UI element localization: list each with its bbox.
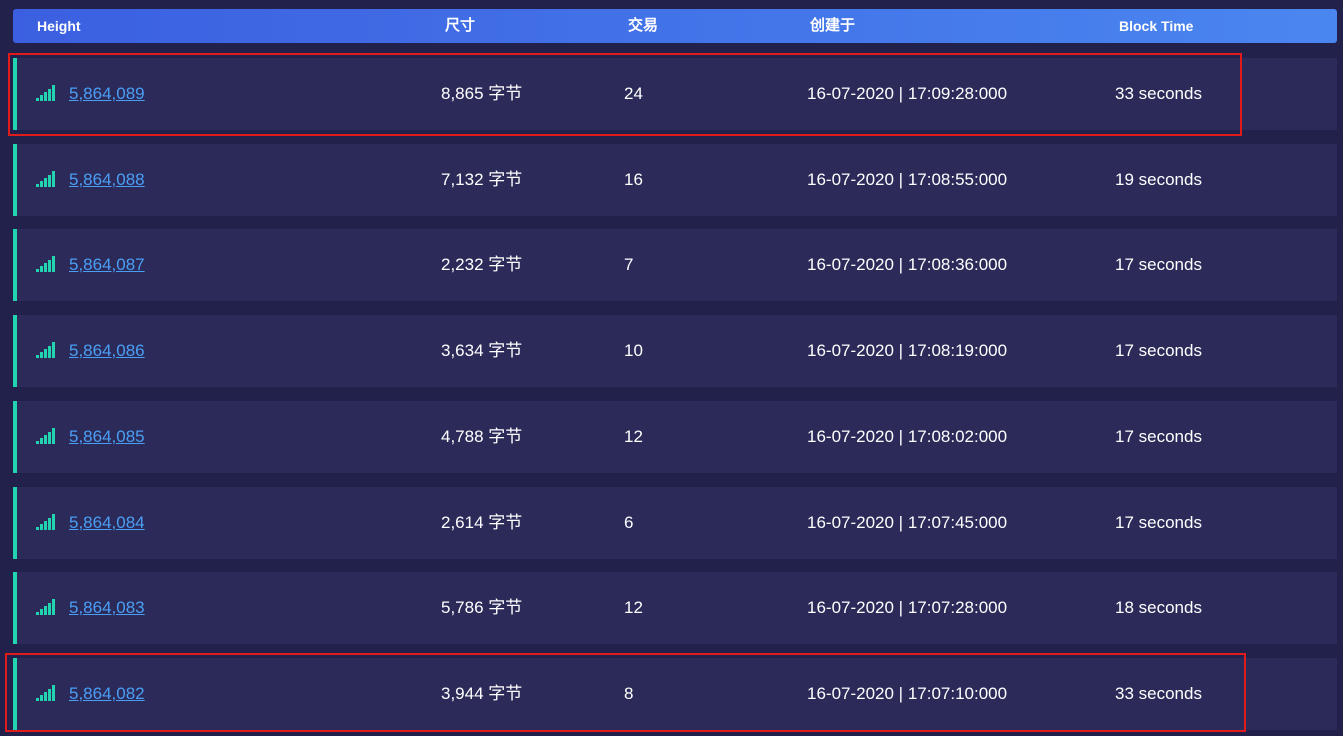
block-time: 17 seconds bbox=[1115, 427, 1202, 446]
block-size: 3,634 字节 bbox=[441, 341, 523, 360]
block-time: 17 seconds bbox=[1115, 255, 1202, 274]
signal-bars-icon bbox=[36, 315, 56, 387]
block-transactions: 8 bbox=[624, 684, 634, 703]
signal-bars-icon bbox=[36, 229, 56, 301]
signal-bars-icon bbox=[36, 144, 56, 216]
block-size: 5,786 字节 bbox=[441, 598, 523, 617]
table-row: 5,864,083 5,786 字节 12 16-07-2020 | 17:07:28… bbox=[13, 572, 1337, 644]
block-created: 16-07-2020 | 17:07:28:000 bbox=[807, 598, 1008, 617]
block-time: 33 seconds bbox=[1115, 84, 1202, 103]
table-row: 5,864,085 4,788 字节 12 16-07-2020 | 17:08:02… bbox=[13, 401, 1337, 473]
header-height: Height bbox=[37, 18, 81, 34]
block-height: 5,864,083 bbox=[69, 572, 145, 644]
block-created: 16-07-2020 | 17:08:02:000 bbox=[807, 427, 1008, 446]
block-transactions: 12 bbox=[624, 598, 643, 617]
blocks-page: Height 尺寸 交易 创建于 Block Time 5,864,089 8,8… bbox=[0, 0, 1343, 736]
block-height-link[interactable]: 5,864,087 bbox=[69, 255, 145, 274]
block-height: 5,864,086 bbox=[69, 315, 145, 387]
block-size: 2,232 字节 bbox=[441, 255, 523, 274]
signal-bars-icon bbox=[36, 401, 56, 473]
block-height-link[interactable]: 5,864,086 bbox=[69, 341, 145, 360]
block-created: 16-07-2020 | 17:07:45:000 bbox=[807, 513, 1008, 532]
block-height: 5,864,084 bbox=[69, 487, 145, 559]
block-height-link[interactable]: 5,864,083 bbox=[69, 598, 145, 617]
block-created: 16-07-2020 | 17:07:10:000 bbox=[807, 684, 1008, 703]
block-height: 5,864,087 bbox=[69, 229, 145, 301]
block-height-link[interactable]: 5,864,088 bbox=[69, 170, 145, 189]
header-transactions: 交易 bbox=[628, 17, 659, 34]
header-created: 创建于 bbox=[810, 17, 856, 34]
table-row: 5,864,089 8,865 字节 24 16-07-2020 | 17:09:28… bbox=[13, 58, 1337, 130]
block-transactions: 24 bbox=[624, 84, 643, 103]
table-row: 5,864,088 7,132 字节 16 16-07-2020 | 17:08:55… bbox=[13, 144, 1337, 216]
block-height-link[interactable]: 5,864,084 bbox=[69, 513, 145, 532]
block-time: 17 seconds bbox=[1115, 513, 1202, 532]
block-height: 5,864,082 bbox=[69, 658, 145, 730]
block-height-link[interactable]: 5,864,085 bbox=[69, 427, 145, 446]
block-height-link[interactable]: 5,864,089 bbox=[69, 84, 145, 103]
block-height: 5,864,089 bbox=[69, 58, 145, 130]
block-transactions: 16 bbox=[624, 170, 643, 189]
block-height-link[interactable]: 5,864,082 bbox=[69, 684, 145, 703]
block-size: 3,944 字节 bbox=[441, 684, 523, 703]
block-size: 2,614 字节 bbox=[441, 513, 523, 532]
block-transactions: 10 bbox=[624, 341, 643, 360]
signal-bars-icon bbox=[36, 487, 56, 559]
signal-bars-icon bbox=[36, 58, 56, 130]
block-transactions: 7 bbox=[624, 255, 634, 274]
table-row: 5,864,082 3,944 字节 8 16-07-2020 | 17:07:10:… bbox=[13, 658, 1337, 730]
block-size: 4,788 字节 bbox=[441, 427, 523, 446]
table-row: 5,864,084 2,614 字节 6 16-07-2020 | 17:07:45:… bbox=[13, 487, 1337, 559]
block-created: 16-07-2020 | 17:08:36:000 bbox=[807, 255, 1008, 274]
block-created: 16-07-2020 | 17:09:28:000 bbox=[807, 84, 1008, 103]
block-size: 7,132 字节 bbox=[441, 170, 523, 189]
block-time: 18 seconds bbox=[1115, 598, 1202, 617]
block-time: 33 seconds bbox=[1115, 684, 1202, 703]
table-row: 5,864,086 3,634 字节 10 16-07-2020 | 17:08:19… bbox=[13, 315, 1337, 387]
header-size: 尺寸 bbox=[445, 17, 476, 34]
header-block-time: Block Time bbox=[1119, 18, 1194, 34]
block-created: 16-07-2020 | 17:08:19:000 bbox=[807, 341, 1008, 360]
block-created: 16-07-2020 | 17:08:55:000 bbox=[807, 170, 1008, 189]
block-time: 17 seconds bbox=[1115, 341, 1202, 360]
block-height: 5,864,085 bbox=[69, 401, 145, 473]
signal-bars-icon bbox=[36, 658, 56, 730]
signal-bars-icon bbox=[36, 572, 56, 644]
table-row: 5,864,087 2,232 字节 7 16-07-2020 | 17:08:36:… bbox=[13, 229, 1337, 301]
block-height: 5,864,088 bbox=[69, 144, 145, 216]
block-size: 8,865 字节 bbox=[441, 84, 523, 103]
block-time: 19 seconds bbox=[1115, 170, 1202, 189]
block-transactions: 6 bbox=[624, 513, 634, 532]
table-header: Height 尺寸 交易 创建于 Block Time bbox=[13, 9, 1337, 43]
block-transactions: 12 bbox=[624, 427, 643, 446]
